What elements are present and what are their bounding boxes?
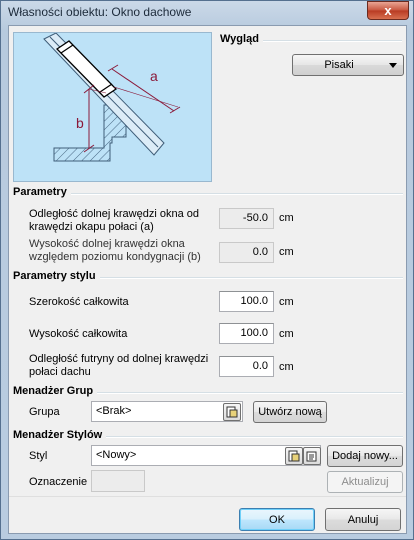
chevron-down-icon [389, 63, 397, 68]
edit-icon [306, 451, 317, 462]
style-browse-button[interactable] [285, 447, 303, 465]
dimension-label-b: b [76, 115, 84, 131]
total-width-label: Szerokość całkowita [29, 296, 129, 308]
param-label-b: Wysokość dolnej krawędzi okna względem p… [29, 238, 201, 263]
frame-offset-label: Odległość futryny od dolnej krawędzi poł… [29, 353, 209, 378]
ok-button[interactable]: OK [239, 508, 315, 531]
close-icon: x [384, 3, 392, 18]
add-style-button[interactable]: Dodaj nowy... [327, 445, 403, 467]
close-button[interactable]: x [367, 1, 409, 20]
style-label: Styl [29, 450, 48, 462]
style-params-title: Parametry stylu [13, 270, 100, 282]
total-height-label: Wysokość całkowita [29, 328, 128, 340]
marking-field[interactable] [91, 470, 145, 492]
browse-icon [288, 450, 300, 462]
style-manager-title: Menadżer Stylów [13, 429, 107, 441]
param-label-a: Odległość dolnej krawędzi okna od krawęd… [29, 208, 199, 233]
title-bar[interactable]: Własności obiektu: Okno dachowe x [1, 1, 413, 23]
appearance-separator [262, 40, 402, 42]
style-edit-button[interactable] [303, 447, 321, 465]
group-value: <Brak> [96, 405, 132, 417]
group-label: Grupa [29, 406, 60, 418]
param-a-field[interactable]: -50.0 [219, 208, 274, 229]
frame-offset-field[interactable]: 0.0 [219, 356, 274, 377]
update-style-button[interactable]: Aktualizuj [327, 471, 403, 493]
total-height-field[interactable]: 100.0 [219, 323, 274, 344]
total-width-unit: cm [279, 296, 294, 308]
param-a-unit: cm [279, 212, 294, 224]
total-height-unit: cm [279, 328, 294, 340]
parameters-title: Parametry [13, 186, 71, 198]
dialog-client: a b Wygląd Pisaki Parametry Odległość do… [8, 25, 407, 534]
cancel-button[interactable]: Anuluj [325, 508, 401, 531]
pens-button-label: Pisaki [324, 59, 354, 71]
group-manager-title: Menadżer Grup [13, 385, 98, 397]
group-browse-button[interactable] [223, 403, 241, 421]
marking-label: Oznaczenie [29, 476, 88, 488]
param-b-unit: cm [279, 246, 294, 258]
window-title: Własności obiektu: Okno dachowe [8, 5, 192, 19]
appearance-title: Wygląd [220, 33, 263, 45]
style-value: <Nowy> [96, 449, 137, 461]
browse-icon [226, 406, 238, 418]
dimension-label-a: a [150, 68, 158, 84]
dialog-window: Własności obiektu: Okno dachowe x a b Wy… [0, 0, 414, 540]
frame-offset-unit: cm [279, 361, 294, 373]
roof-window-diagram: a b [13, 32, 212, 182]
pens-dropdown-button[interactable]: Pisaki [292, 54, 404, 76]
param-b-field[interactable]: 0.0 [219, 242, 274, 263]
parameters-separator [13, 193, 403, 195]
total-width-field[interactable]: 100.0 [219, 291, 274, 312]
footer-separator [9, 496, 406, 497]
create-group-button[interactable]: Utwórz nową [253, 401, 327, 423]
group-field[interactable]: <Brak> [91, 401, 243, 422]
